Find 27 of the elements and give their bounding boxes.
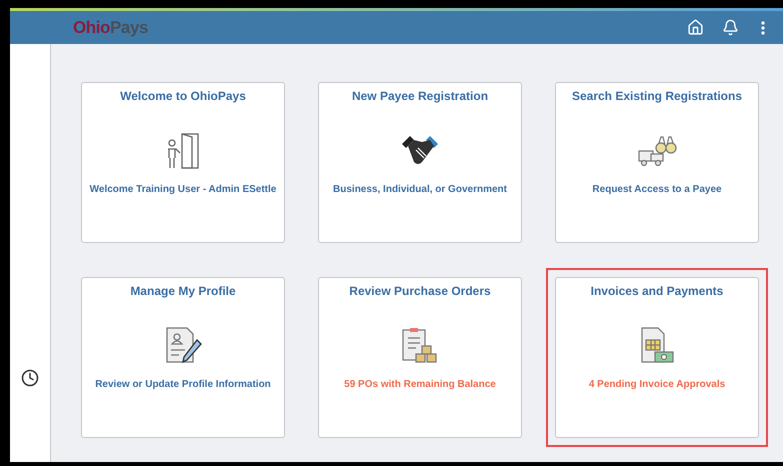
tile-title: Review Purchase Orders xyxy=(349,283,491,300)
tile-title: New Payee Registration xyxy=(352,88,488,105)
tile-detail: Business, Individual, or Government xyxy=(332,183,508,196)
tile-title: Invoices and Payments xyxy=(590,283,724,300)
tile-card[interactable]: Invoices and Payments 4 Pending Invoice Approvals xyxy=(555,277,759,438)
tile-detail: Review or Update Profile Information xyxy=(94,378,272,391)
tile-card[interactable]: Manage My Profile Review or Update Profile Information xyxy=(81,277,285,438)
tile-card[interactable]: Review Purchase Orders 59 POs with Remaining Balance xyxy=(318,277,522,438)
binoculars-truck-icon xyxy=(637,135,677,167)
tile-detail: 59 POs with Remaining Balance xyxy=(343,378,497,391)
tile-card[interactable]: Search Existing Registrations Request Access to a Payee xyxy=(555,82,759,243)
clock-icon xyxy=(21,369,39,387)
home-icon xyxy=(687,19,704,36)
tile-title: Manage My Profile xyxy=(130,283,236,300)
tile-detail: Welcome Training User - Admin ESettle xyxy=(88,183,278,196)
tile-detail: Request Access to a Payee xyxy=(591,183,723,196)
home-button[interactable] xyxy=(687,19,704,36)
recent-history-button[interactable] xyxy=(21,369,39,387)
tile-card[interactable]: New Payee Registration Business, Individual, or Government xyxy=(318,82,522,243)
tile-title: Search Existing Registrations xyxy=(572,88,742,105)
tile-title: Welcome to OhioPays xyxy=(120,88,246,105)
more-icon xyxy=(761,20,765,34)
tile-detail: 4 Pending Invoice Approvals xyxy=(588,378,726,391)
notifications-button[interactable] xyxy=(722,19,739,36)
bell-icon xyxy=(722,19,739,36)
person-door-icon xyxy=(166,132,200,170)
tile-card[interactable]: Welcome to OhioPays Welcome Training User - Admin ESettle xyxy=(81,82,285,243)
